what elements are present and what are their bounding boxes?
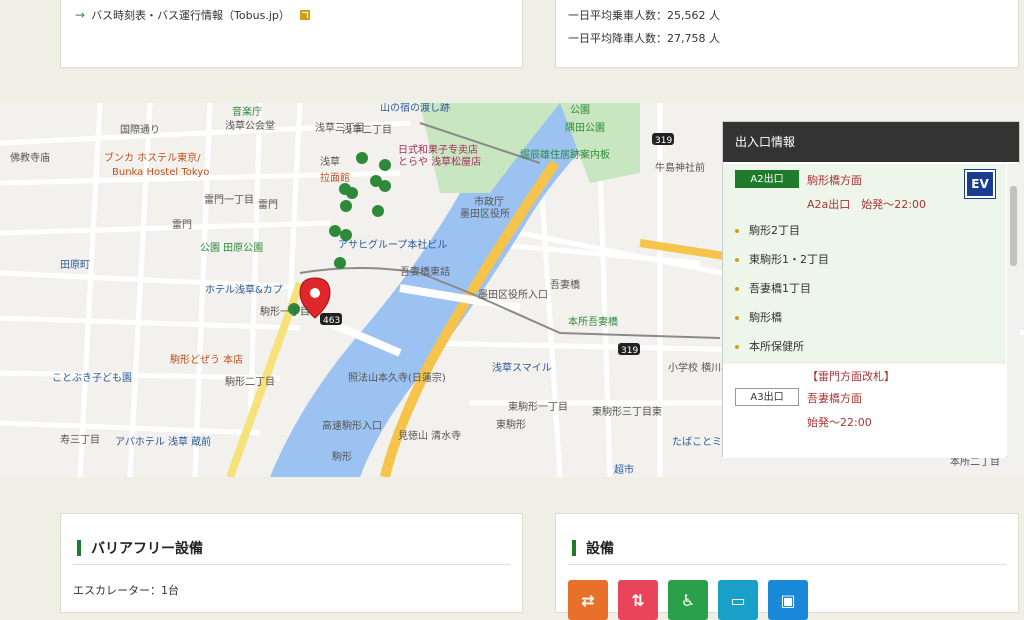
facilities-card: 設備 ⇄ ⇅ ♿ ▭ ▣: [555, 513, 1019, 620]
svg-text:浅草三丁目: 浅草三丁目: [315, 121, 365, 134]
svg-text:雷門: 雷門: [172, 219, 192, 231]
svg-text:雷門一丁目: 雷門一丁目: [204, 194, 254, 206]
svg-text:ブンカ ホステル東京/: ブンカ ホステル東京/: [104, 151, 201, 164]
road-463-label: 463: [323, 316, 340, 326]
heading-accent: [572, 540, 576, 556]
svg-text:墨田区役所入口: 墨田区役所入口: [478, 288, 548, 301]
tobus-link[interactable]: → バス時刻表・バス運行情報（Tobus.jp）: [75, 7, 310, 23]
svg-text:アサヒグループ本社ビル: アサヒグループ本社ビル: [338, 238, 447, 251]
svg-text:吾妻橋: 吾妻橋: [550, 278, 580, 291]
svg-text:見徳山 清水寺: 見徳山 清水寺: [398, 429, 461, 442]
external-link-icon: [299, 10, 310, 20]
locker-icon: ▣: [768, 580, 808, 620]
exit-a2-destinations: 駒形2丁目 東駒形1・2丁目 吾妻橋1丁目 駒形橋 本所保健所: [723, 216, 1006, 361]
transfer-icon: ⇄: [568, 580, 608, 620]
exit-a2-direction: 駒形橋方面: [807, 174, 862, 187]
tobus-link-text[interactable]: バス時刻表・バス運行情報（Tobus.jp）: [91, 7, 290, 23]
svg-text:田原町: 田原町: [60, 259, 90, 271]
svg-text:駒形二丁目: 駒形二丁目: [225, 376, 275, 388]
exit-a2-badge: A2出口: [735, 170, 799, 188]
svg-text:東駒形: 東駒形: [496, 418, 526, 431]
svg-text:駒形どぜう 本店: 駒形どぜう 本店: [170, 353, 243, 366]
exit-a3-note: 【雷門方面改札】: [807, 370, 895, 383]
svg-text:雷門: 雷門: [258, 199, 278, 211]
list-item: 東駒形1・2丁目: [723, 245, 1006, 274]
exit-a3-time: 始発〜22:00: [807, 416, 872, 429]
barrier-free-title: バリアフリー設備: [91, 541, 203, 557]
wheelchair-gate-icon: ⇅: [618, 580, 658, 620]
list-item: 駒形橋: [723, 303, 1006, 332]
svg-text:音楽庁: 音楽庁: [232, 105, 262, 118]
svg-text:佛教寺庙: 佛教寺庙: [10, 151, 50, 164]
facilities-heading: 設備: [572, 538, 614, 558]
svg-text:319: 319: [621, 346, 638, 356]
svg-text:高速駒形入口: 高速駒形入口: [322, 419, 382, 432]
barrier-free-heading: バリアフリー設備: [77, 538, 203, 558]
facility-icons: ⇄ ⇅ ♿ ▭ ▣: [568, 580, 808, 620]
svg-text:319: 319: [655, 136, 672, 146]
svg-text:東駒形三丁目東: 東駒形三丁目東: [592, 405, 662, 418]
svg-text:日式和果子专卖店: 日式和果子专卖店: [398, 143, 478, 156]
exit-info-list[interactable]: A2出口 駒形橋方面 A2a出口 始発〜22:00 EV 駒形2丁目 東駒形1・…: [723, 164, 1006, 458]
svg-text:吾妻橋東詰: 吾妻橋東詰: [400, 265, 450, 278]
svg-text:とらや 浅草松屋店: とらや 浅草松屋店: [398, 155, 481, 168]
list-item: 本所保健所: [723, 332, 1006, 361]
exit-info-title: 出入口情報: [723, 122, 1019, 162]
divider: [568, 564, 1006, 565]
daily-boarding: 一日平均乗車人数：25,562 人: [568, 9, 720, 22]
svg-text:牛島神社前: 牛島神社前: [655, 161, 705, 174]
exit-a3-badge: A3出口: [735, 388, 799, 406]
svg-text:駒形一丁目: 駒形一丁目: [260, 306, 310, 318]
svg-text:駒形: 駒形: [332, 451, 352, 463]
ticket-machine-icon: ▭: [718, 580, 758, 620]
daily-alighting: 一日平均降車人数：27,758 人: [568, 32, 720, 45]
svg-text:拉面館: 拉面館: [320, 171, 350, 184]
svg-text:隅田公園: 隅田公園: [565, 122, 605, 134]
svg-text:アパホテル 浅草 蔵前: アパホテル 浅草 蔵前: [115, 435, 211, 448]
svg-text:たばことミ: たばことミ: [672, 436, 722, 448]
scrollbar-thumb[interactable]: [1010, 186, 1017, 266]
svg-text:堀辰雄住居跡案内板: 堀辰雄住居跡案内板: [520, 148, 610, 161]
heading-accent: [77, 540, 81, 556]
svg-text:超市: 超市: [614, 463, 634, 476]
exit-a3-direction: 吾妻橋方面: [807, 392, 862, 405]
svg-text:浅草スマイル: 浅草スマイル: [492, 361, 552, 374]
exit-info-panel: 出入口情報 A2出口 駒形橋方面 A2a出口 始発〜22:00 EV 駒形2丁目…: [722, 121, 1020, 458]
list-item: 吾妻橋1丁目: [723, 274, 1006, 303]
svg-text:東駒形一丁目: 東駒形一丁目: [508, 400, 568, 413]
svg-text:ホテル浅草&カプ: ホテル浅草&カプ: [205, 283, 283, 296]
facilities-title: 設備: [586, 541, 614, 557]
restroom-icon: ♿: [668, 580, 708, 620]
passenger-stats-card: 一日平均乗車人数：25,562 人 一日平均降車人数：27,758 人: [555, 0, 1019, 68]
arrow-right-icon: →: [75, 8, 86, 22]
elevator-icon: EV: [964, 169, 996, 199]
bus-info-card: → バス時刻表・バス運行情報（Tobus.jp）: [60, 0, 523, 68]
svg-text:本所吾妻橋: 本所吾妻橋: [568, 315, 618, 328]
svg-text:ことぶき子ども園: ことぶき子ども園: [52, 372, 132, 384]
svg-text:山の宿の渡し跡: 山の宿の渡し跡: [380, 103, 450, 114]
escalator-count: エスカレーター：1台: [73, 584, 179, 597]
panel-scrollbar[interactable]: [1007, 164, 1020, 458]
exit-a2a-info: A2a出口 始発〜22:00: [807, 198, 926, 211]
divider: [73, 564, 510, 565]
svg-text:公園: 公園: [570, 104, 590, 116]
barrier-free-card: バリアフリー設備 エスカレーター：1台: [60, 513, 523, 613]
list-item: 駒形2丁目: [723, 216, 1006, 245]
svg-text:照法山本久寺(日蓮宗): 照法山本久寺(日蓮宗): [348, 371, 446, 384]
svg-text:国際通り: 国際通り: [120, 124, 160, 136]
svg-text:浅草: 浅草: [320, 155, 340, 168]
svg-text:公園 田原公園: 公園 田原公園: [200, 242, 263, 254]
svg-text:寿三丁目: 寿三丁目: [60, 433, 100, 446]
station-map[interactable]: 463 319 319 音楽庁 浅草公会堂 浅草二丁目 浅草 山の宿の渡し跡 公…: [0, 103, 1024, 477]
svg-text:Bunka Hostel Tokyo: Bunka Hostel Tokyo: [112, 167, 209, 178]
svg-text:墨田区役所: 墨田区役所: [460, 207, 510, 220]
svg-text:浅草公会堂: 浅草公会堂: [225, 119, 275, 132]
svg-text:市政厅: 市政厅: [474, 195, 504, 208]
